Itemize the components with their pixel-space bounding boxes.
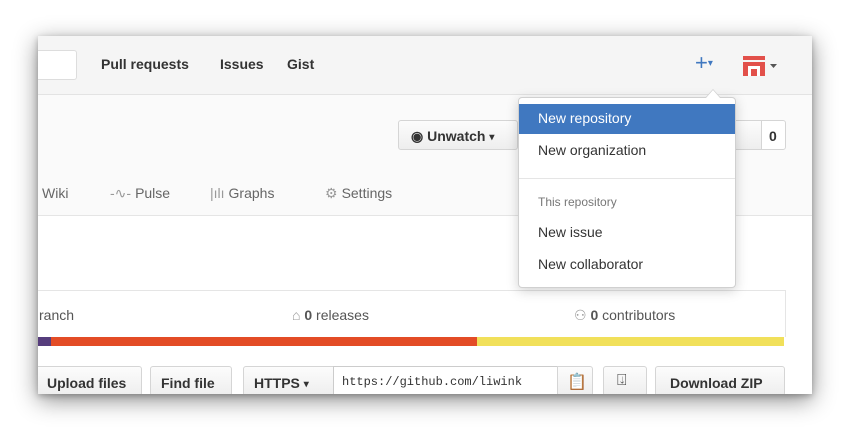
releases-count: 0 (304, 307, 313, 323)
menu-item-new-issue[interactable]: New issue (519, 218, 735, 248)
tab-pulse-label: Pulse (135, 185, 171, 201)
menu-item-label: New organization (538, 142, 647, 158)
lang-segment (51, 337, 477, 346)
pulse-icon: -∿- (110, 185, 132, 201)
graph-icon: |ılı (210, 185, 225, 201)
nav-gist[interactable]: Gist (287, 56, 314, 72)
contributors-count: 0 (590, 307, 599, 323)
menu-item-label: New repository (538, 110, 632, 126)
plus-icon: + (695, 50, 708, 75)
clone-url-input[interactable]: https://github.com/liwink (333, 366, 558, 394)
menu-divider (519, 178, 735, 179)
site-header: Pull requests Issues Gist +▾ (38, 36, 812, 95)
eye-icon: ◉ (411, 128, 424, 144)
download-zip-button[interactable]: Download ZIP (655, 366, 785, 394)
nav-issues[interactable]: Issues (220, 56, 264, 72)
fork-count[interactable]: 0 (761, 120, 786, 150)
gear-icon: ⚙ (325, 185, 338, 201)
contributors-link[interactable]: ⚇ 0 contributors (574, 307, 675, 324)
tab-pulse[interactable]: -∿- Pulse (110, 185, 170, 202)
browser-frame: Pull requests Issues Gist +▾ ◉ Unwatch ▾… (38, 36, 812, 394)
people-icon: ⚇ (574, 307, 587, 323)
menu-item-new-collaborator[interactable]: New collaborator (519, 250, 735, 280)
nav-pull-requests[interactable]: Pull requests (101, 56, 189, 72)
lang-segment (38, 337, 51, 346)
numbers-summary: ranch ⌂ 0 releases ⚇ 0 contributors (38, 290, 786, 337)
protocol-label: HTTPS (254, 375, 300, 391)
tab-settings[interactable]: ⚙ Settings (325, 185, 392, 202)
releases-link[interactable]: ⌂ 0 releases (292, 307, 369, 323)
tab-settings-label: Settings (341, 185, 393, 201)
tab-wiki-label: Wiki (42, 185, 69, 201)
protocol-select[interactable]: HTTPS ▾ (243, 366, 334, 394)
contributors-label: contributors (602, 307, 676, 323)
lang-segment (477, 337, 784, 346)
upload-files-button[interactable]: Upload files (38, 366, 142, 394)
search-input[interactable] (38, 50, 77, 80)
releases-label: releases (316, 307, 369, 323)
branch-count[interactable]: ranch (39, 307, 74, 323)
tab-graphs-label: Graphs (228, 185, 275, 201)
menu-item-new-organization[interactable]: New organization (519, 136, 735, 166)
caret-down-icon: ▾ (707, 58, 713, 70)
fork-count-value: 0 (769, 128, 777, 144)
clipboard-icon: 📋 (567, 374, 587, 391)
open-desktop-button[interactable]: ⍗ (603, 366, 647, 394)
tab-wiki[interactable]: Wiki (42, 185, 68, 201)
find-file-button[interactable]: Find file (150, 366, 232, 394)
caret-down-icon: ▾ (303, 378, 309, 390)
download-zip-label: Download ZIP (670, 375, 763, 391)
menu-item-new-repository[interactable]: New repository (519, 104, 735, 134)
menu-section-header: This repository (538, 195, 617, 209)
find-file-label: Find file (161, 375, 215, 391)
caret-down-icon: ▾ (489, 131, 495, 143)
desktop-download-icon: ⍗ (617, 372, 627, 389)
profile-menu-button[interactable] (743, 54, 777, 81)
create-new-dropdown: New repository New organization This rep… (518, 89, 736, 288)
menu-item-label: New issue (538, 224, 603, 240)
menu-item-label: New collaborator (538, 256, 644, 272)
avatar-icon (743, 56, 777, 76)
tab-graphs[interactable]: |ılı Graphs (210, 185, 274, 201)
tag-icon: ⌂ (292, 307, 301, 323)
unwatch-label: Unwatch (427, 128, 486, 144)
copy-url-button[interactable]: 📋 (557, 366, 593, 394)
create-new-button[interactable]: +▾ (695, 52, 713, 75)
upload-files-label: Upload files (47, 375, 127, 391)
unwatch-button[interactable]: ◉ Unwatch ▾ (398, 120, 518, 150)
